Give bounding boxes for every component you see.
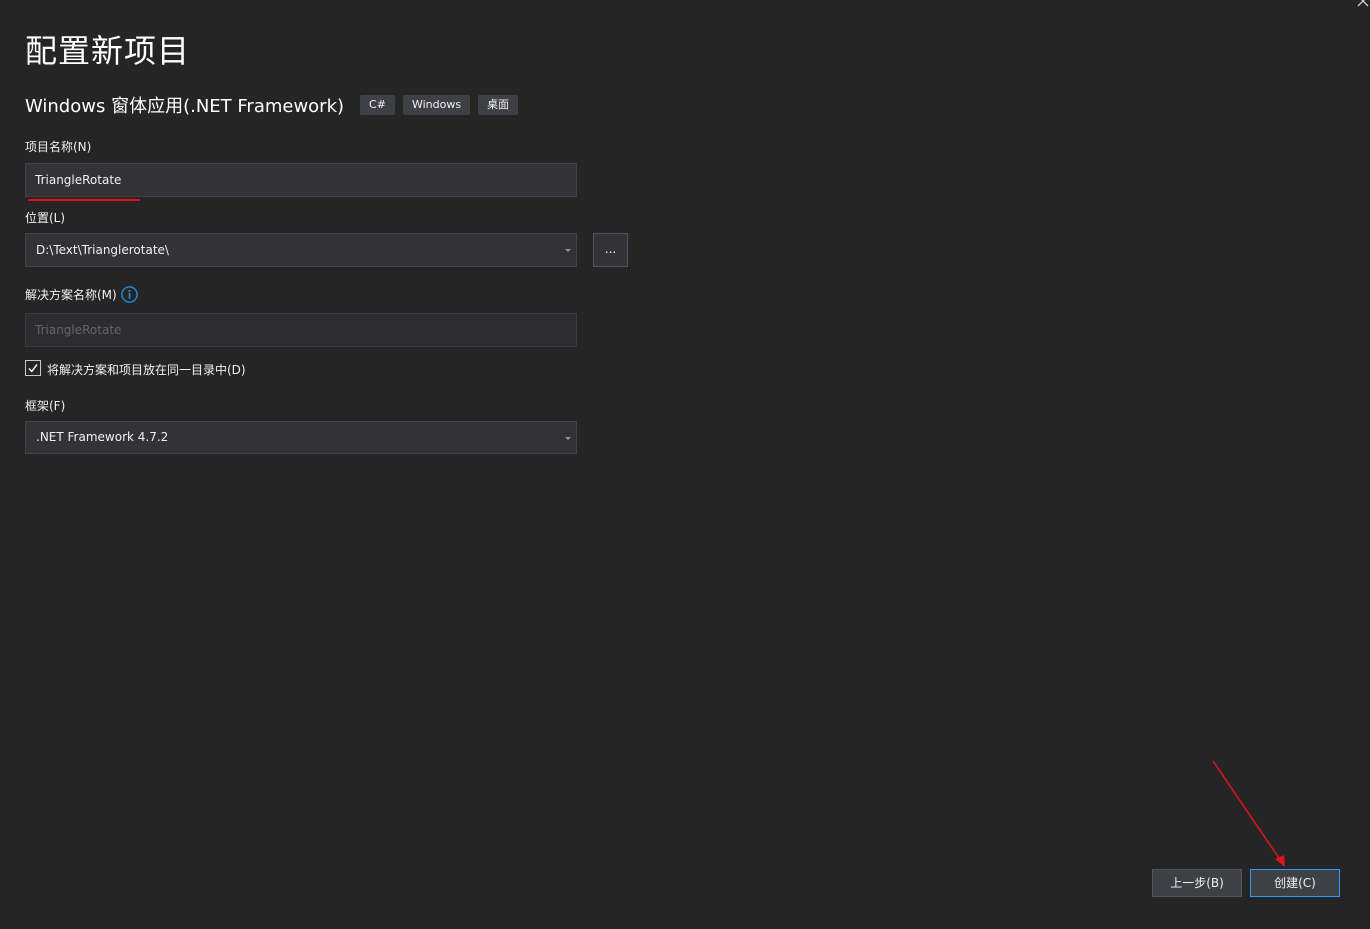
configure-project-dialog: 配置新项目 Windows 窗体应用(.NET Framework) C# Wi… — [0, 0, 1370, 929]
project-name-label: 项目名称(N) — [25, 140, 92, 154]
template-name: Windows 窗体应用(.NET Framework) — [25, 96, 345, 117]
browse-button[interactable]: ... — [593, 233, 628, 267]
tag-project-type: 桌面 — [478, 95, 519, 115]
dropdown-arrow-icon[interactable] — [565, 437, 571, 440]
close-icon[interactable] — [1356, 0, 1370, 8]
solution-name-input[interactable]: TriangleRotate — [25, 313, 577, 347]
dropdown-arrow-icon[interactable] — [565, 249, 571, 252]
framework-label: 框架(F) — [25, 399, 66, 413]
info-icon[interactable] — [121, 286, 138, 303]
location-value: D:\Text\Trianglerotate\ — [36, 243, 169, 257]
back-button[interactable]: 上一步(B) — [1152, 869, 1242, 897]
template-info-row: Windows 窗体应用(.NET Framework) C# Windows … — [25, 93, 526, 117]
annotation-arrow — [1212, 760, 1285, 867]
create-button[interactable]: 创建(C) — [1250, 869, 1340, 897]
tag-language: C# — [360, 95, 395, 115]
location-label: 位置(L) — [25, 211, 66, 225]
tag-platform: Windows — [402, 95, 471, 115]
location-combobox[interactable]: D:\Text\Trianglerotate\ — [25, 233, 577, 267]
annotation-underline — [28, 199, 140, 201]
same-directory-label[interactable]: 将解决方案和项目放在同一目录中(D) — [47, 361, 246, 378]
solution-name-label: 解决方案名称(M) — [25, 288, 117, 302]
page-title: 配置新项目 — [25, 32, 191, 70]
framework-value: .NET Framework 4.7.2 — [36, 430, 169, 444]
project-name-input[interactable]: TriangleRotate — [25, 163, 577, 197]
framework-combobox[interactable]: .NET Framework 4.7.2 — [25, 421, 577, 454]
checkmark-icon — [28, 364, 38, 373]
same-directory-checkbox[interactable] — [25, 360, 41, 376]
